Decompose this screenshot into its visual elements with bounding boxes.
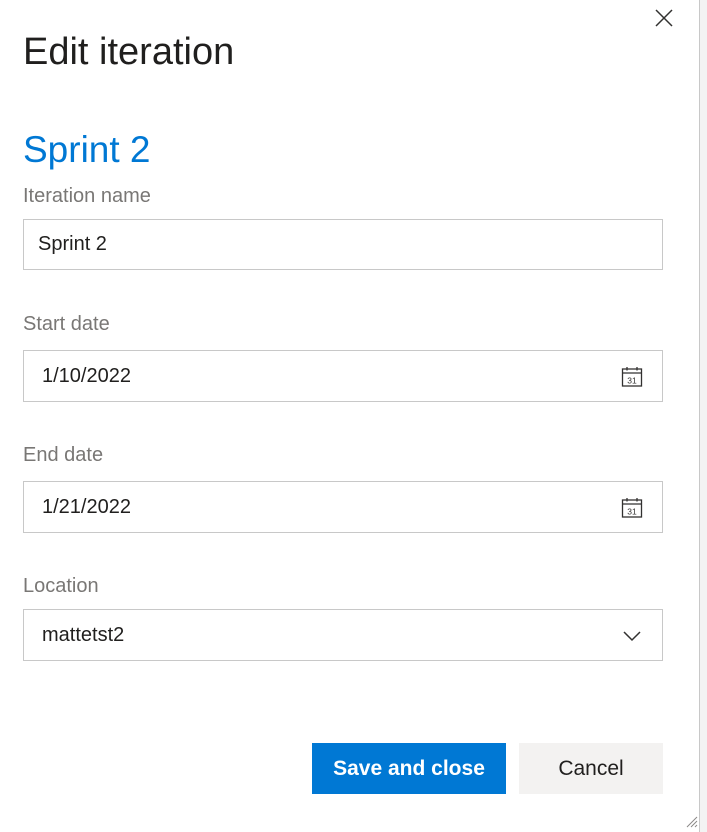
end-date-label: End date [23,444,104,466]
calendar-icon-day: 31 [627,507,637,517]
dialog-title: Edit iteration [23,31,235,73]
start-date-input[interactable] [42,364,602,388]
iteration-name-field[interactable] [23,219,663,270]
location-label: Location [23,575,99,597]
background-page-edge [700,0,707,832]
end-date-input[interactable] [42,495,602,519]
start-date-calendar-button[interactable]: 31 [620,365,644,389]
calendar-icon: 31 [621,498,643,518]
start-date-field[interactable]: 31 [23,350,663,402]
calendar-icon-day: 31 [627,376,637,386]
location-dropdown-toggle[interactable] [620,624,644,648]
end-date-calendar-button[interactable]: 31 [620,496,644,520]
location-selected-value: mattetst2 [42,623,125,646]
start-date-label: Start date [23,313,110,335]
chevron-down-icon [623,631,641,642]
end-date-field[interactable]: 31 [23,481,663,533]
iteration-name-input[interactable] [38,233,598,256]
edit-iteration-dialog: Edit iteration Sprint 2 Iteration name S… [0,0,700,832]
iteration-heading: Sprint 2 [23,129,151,170]
location-dropdown[interactable]: mattetst2 [23,609,663,661]
cancel-button[interactable]: Cancel [519,743,663,794]
close-button[interactable] [650,4,678,32]
resize-grip-icon[interactable] [684,814,698,828]
iteration-name-label: Iteration name [23,185,151,207]
close-icon [655,9,673,27]
save-and-close-button[interactable]: Save and close [312,743,506,794]
calendar-icon: 31 [621,367,643,387]
